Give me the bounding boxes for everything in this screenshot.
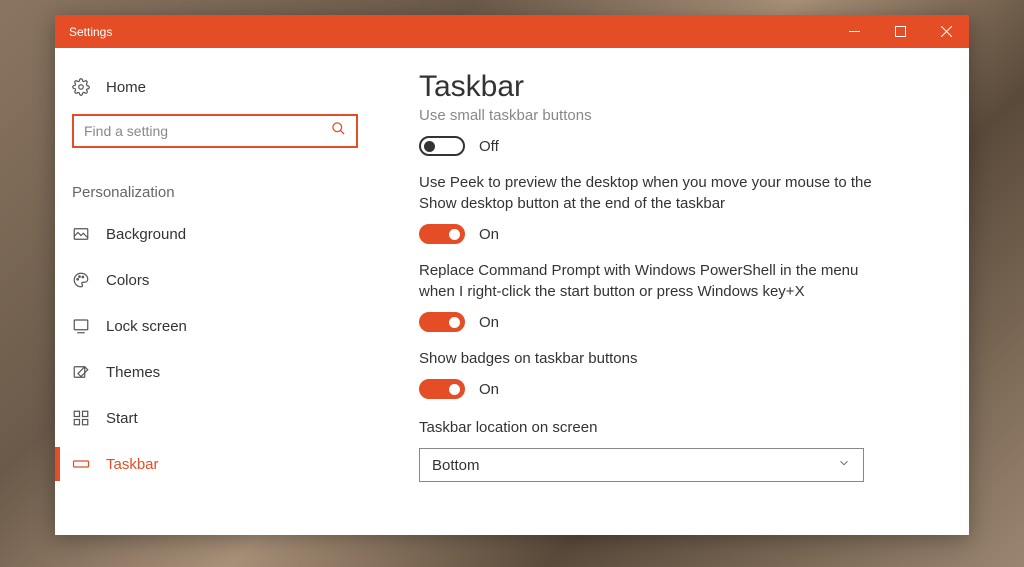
maximize-icon — [895, 26, 906, 37]
search-box[interactable] — [72, 114, 358, 148]
minimize-button[interactable] — [831, 15, 877, 48]
themes-icon — [72, 363, 90, 381]
toggle-badges[interactable] — [419, 379, 465, 399]
nav-label: Themes — [106, 364, 160, 381]
toggle-state: On — [479, 314, 499, 331]
setting-powershell-label: Replace Command Prompt with Windows Powe… — [419, 260, 879, 302]
content-area: Home Personalization Background Colo — [55, 48, 969, 535]
toggle-badges-row: On — [419, 379, 919, 399]
gear-icon — [72, 78, 90, 96]
nav-label: Background — [106, 226, 186, 243]
nav-label: Lock screen — [106, 318, 187, 335]
chevron-down-icon — [837, 456, 851, 474]
dropdown-value: Bottom — [432, 457, 480, 474]
titlebar: Settings — [55, 15, 969, 48]
maximize-button[interactable] — [877, 15, 923, 48]
toggle-powershell-row: On — [419, 312, 919, 332]
sidebar-item-background[interactable]: Background — [55, 211, 375, 257]
taskbar-icon — [72, 455, 90, 473]
toggle-knob — [424, 141, 435, 152]
toggle-small-buttons[interactable] — [419, 136, 465, 156]
home-nav[interactable]: Home — [55, 70, 375, 110]
search-icon — [331, 121, 346, 141]
close-icon — [941, 26, 952, 37]
start-icon — [72, 409, 90, 427]
setting-peek-label: Use Peek to preview the desktop when you… — [419, 172, 879, 214]
toggle-small-buttons-row: Off — [419, 136, 919, 156]
setting-badges-label: Show badges on taskbar buttons — [419, 348, 879, 369]
section-header: Personalization — [55, 148, 375, 211]
taskbar-location-dropdown[interactable]: Bottom — [419, 448, 864, 482]
search-input[interactable] — [84, 123, 331, 139]
toggle-knob — [449, 384, 460, 395]
home-label: Home — [106, 79, 146, 96]
window-title: Settings — [69, 25, 831, 39]
toggle-peek-row: On — [419, 224, 919, 244]
close-button[interactable] — [923, 15, 969, 48]
main-panel: Taskbar Use small taskbar buttons Off Us… — [375, 48, 969, 535]
sidebar-item-start[interactable]: Start — [55, 395, 375, 441]
toggle-knob — [449, 229, 460, 240]
picture-icon — [72, 225, 90, 243]
nav-label: Start — [106, 410, 138, 427]
window-controls — [831, 15, 969, 48]
toggle-knob — [449, 317, 460, 328]
nav-label: Taskbar — [106, 456, 159, 473]
setting-location-label: Taskbar location on screen — [419, 419, 919, 436]
setting-small-buttons-label: Use small taskbar buttons — [419, 105, 879, 126]
toggle-state: Off — [479, 138, 499, 155]
toggle-state: On — [479, 226, 499, 243]
page-title: Taskbar — [419, 70, 919, 104]
nav-label: Colors — [106, 272, 149, 289]
sidebar-item-themes[interactable]: Themes — [55, 349, 375, 395]
palette-icon — [72, 271, 90, 289]
sidebar-item-lock-screen[interactable]: Lock screen — [55, 303, 375, 349]
toggle-powershell[interactable] — [419, 312, 465, 332]
settings-window: Settings Home — [55, 15, 969, 535]
sidebar-item-taskbar[interactable]: Taskbar — [55, 441, 375, 487]
minimize-icon — [849, 26, 860, 37]
monitor-icon — [72, 317, 90, 335]
toggle-state: On — [479, 381, 499, 398]
sidebar-item-colors[interactable]: Colors — [55, 257, 375, 303]
sidebar: Home Personalization Background Colo — [55, 48, 375, 535]
toggle-peek[interactable] — [419, 224, 465, 244]
